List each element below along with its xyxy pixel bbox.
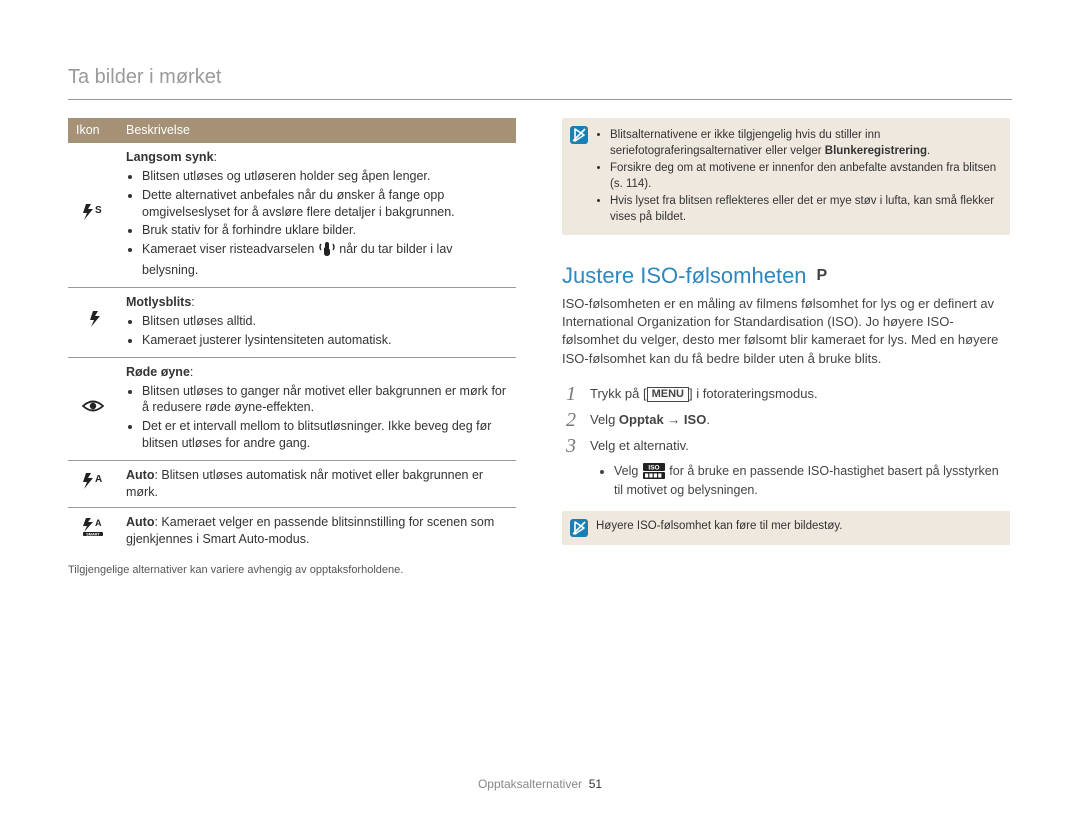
- note-item: Hvis lyset fra blitsen reflekteres eller…: [610, 194, 1000, 225]
- section-heading: Justere ISO-følsomheten P: [562, 263, 1010, 289]
- list-item: Kameraet justerer lysintensiteten automa…: [142, 332, 508, 349]
- svg-text:SMART: SMART: [86, 533, 100, 537]
- title-rule: [68, 99, 1012, 100]
- table-footnote: Tilgjengelige alternativer kan variere a…: [68, 564, 516, 576]
- step-number: 1: [562, 384, 580, 404]
- auto-flash-icon: A: [81, 477, 105, 494]
- row-title: Auto: [126, 468, 154, 482]
- note-box: Høyere ISO-følsomhet kan føre til mer bi…: [562, 511, 1010, 545]
- row-title: Langsom synk: [126, 150, 214, 164]
- flash-options-table: Ikon Beskrivelse S: [68, 118, 516, 554]
- slow-sync-flash-icon: S: [81, 208, 105, 225]
- list-item: Bruk stativ for å forhindre uklare bilde…: [142, 222, 508, 239]
- list-item: Kameraet viser risteadvarselen: [142, 241, 508, 279]
- row-text: : Blitsen utløses automatisk når motivet…: [126, 468, 483, 499]
- list-item: Blitsen utløses alltid.: [142, 313, 508, 330]
- iso-description: ISO-følsomheten er en måling av filmens …: [562, 295, 1010, 368]
- row-title: Motlysblits: [126, 295, 191, 309]
- menu-button-label: MENU: [647, 387, 689, 402]
- step-number: 2: [562, 410, 580, 430]
- svg-text:ISO: ISO: [648, 464, 659, 471]
- step-number: 3: [562, 436, 580, 456]
- step-text: Trykk på [MENU] i fotorateringsmodus.: [590, 384, 818, 402]
- shake-warning-icon: [318, 241, 336, 262]
- table-row: S Langsom synk: Blitsen utløses og utløs…: [68, 143, 516, 288]
- note-item: Forsikre deg om at motivene er innenfor …: [610, 161, 1000, 192]
- th-ikon: Ikon: [68, 118, 118, 143]
- step-text: Velg Opptak → ISO.: [590, 410, 710, 427]
- steps-list: 1 Trykk på [MENU] i fotorateringsmodus. …: [562, 384, 1010, 456]
- red-eye-icon: [82, 400, 104, 417]
- table-row: A SMART Auto: Kameraet velger en passend…: [68, 507, 516, 553]
- page-title: Ta bilder i mørket: [68, 66, 1012, 89]
- iso-heading: Justere ISO-følsomheten: [562, 263, 807, 289]
- note-box: Blitsalternativene er ikke tilgjengelig …: [562, 118, 1010, 235]
- table-row: Røde øyne: Blitsen utløses to ganger når…: [68, 357, 516, 460]
- th-beskrivelse: Beskrivelse: [118, 118, 516, 143]
- table-row: Motlysblits: Blitsen utløses alltid. Kam…: [68, 288, 516, 358]
- note-text: Høyere ISO-følsomhet kan føre til mer bi…: [596, 519, 842, 537]
- iso-auto-icon: ISO: [642, 462, 666, 483]
- list-item: Blitsen utløses og utløseren holder seg …: [142, 168, 508, 185]
- step-text: Velg et alternativ.: [590, 436, 689, 453]
- smart-auto-flash-icon: A SMART: [81, 524, 105, 541]
- note-icon: [570, 519, 588, 537]
- svg-text:S: S: [95, 205, 102, 216]
- footer-page-number: 51: [589, 777, 602, 791]
- fill-in-flash-icon: [84, 315, 102, 332]
- row-title: Røde øyne: [126, 365, 190, 379]
- list-item: Blitsen utløses to ganger når motivet el…: [142, 383, 508, 417]
- svg-text:A: A: [95, 518, 102, 528]
- row-title: Auto: [126, 515, 154, 529]
- note-item: Blitsalternativene er ikke tilgjengelig …: [610, 128, 1000, 159]
- footer-section: Opptaksalternativer: [478, 777, 582, 791]
- sub-bullet: Velg ISO for å bruke en passende ISO: [614, 462, 1010, 497]
- row-text: : Kameraet velger en passende blitsinnst…: [126, 515, 494, 546]
- note-icon: [570, 126, 588, 144]
- table-row: A Auto: Blitsen utløses automatisk når m…: [68, 461, 516, 508]
- page-footer: Opptaksalternativer 51: [0, 777, 1080, 791]
- svg-text:A: A: [95, 474, 102, 485]
- list-item: Dette alternativet anbefales når du ønsk…: [142, 187, 508, 221]
- list-item: Det er et intervall mellom to blitsutløs…: [142, 418, 508, 452]
- mode-badge-p: P: [817, 267, 828, 285]
